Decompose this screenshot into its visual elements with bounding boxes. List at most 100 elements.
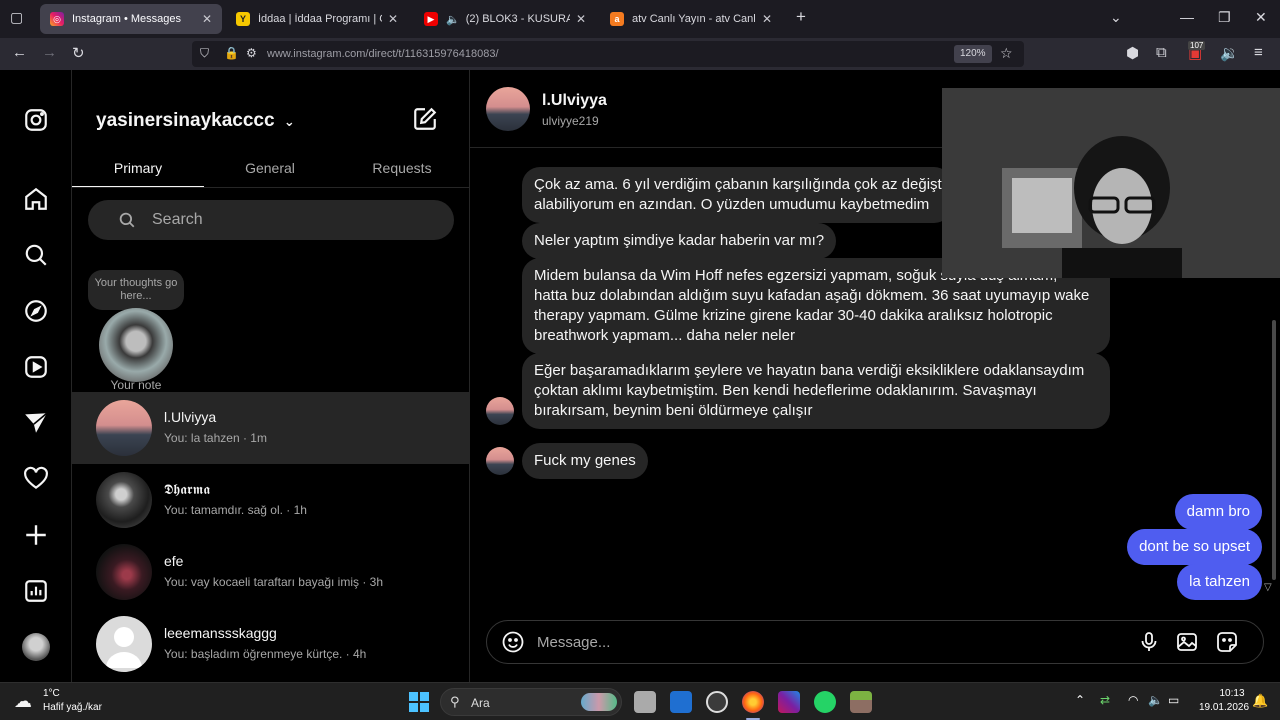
address-bar[interactable]: ⛉ 🔒 ⚙ www.instagram.com/direct/t/1163159… (192, 41, 1024, 67)
close-tab-icon[interactable]: ✕ (388, 12, 398, 26)
taskbar-search-box[interactable]: ⚲ Ara (440, 688, 622, 716)
thread-name: leeemanssskaggg (164, 625, 277, 641)
webcam-overlay (942, 88, 1280, 278)
incoming-message[interactable]: Çok az ama. 6 yıl verdiğim çabanın karşı… (522, 167, 952, 223)
ublock-icon[interactable]: ⬢ (1126, 44, 1139, 62)
note-bubble[interactable]: Your thoughts go here... (88, 270, 184, 310)
weather-description[interactable]: Hafif yağ./kar (43, 702, 102, 713)
obs-icon[interactable] (706, 691, 728, 713)
weather-icon[interactable]: ☁ (14, 691, 32, 712)
chevron-down-icon[interactable]: ⌄ (284, 114, 295, 129)
reels-icon[interactable] (22, 353, 50, 381)
notifications-heart-icon[interactable] (22, 465, 50, 493)
thread-item[interactable]: l.Ulviyya You: la tahzen · 1m (72, 392, 469, 464)
instagram-favicon-icon: ◎ (50, 12, 64, 26)
volume-icon[interactable]: 🔈 (1148, 693, 1163, 707)
chat-avatar[interactable] (486, 87, 530, 131)
close-tab-icon[interactable]: ✕ (762, 12, 772, 26)
windows-start-icon[interactable] (408, 691, 430, 713)
url-text[interactable]: www.instagram.com/direct/t/1163159764180… (267, 48, 499, 60)
microphone-icon[interactable] (1137, 630, 1163, 656)
search-input[interactable]: Search (88, 200, 454, 240)
task-view-icon[interactable] (634, 691, 656, 713)
search-icon[interactable] (22, 241, 50, 269)
thread-item[interactable]: leeemanssskaggg You: başladım öğrenmeye … (72, 608, 469, 680)
thread-item[interactable]: 𝕯𝖍𝖆𝖗𝖒𝖆 You: tamamdır. sağ ol. · 1h (72, 464, 469, 536)
explore-compass-icon[interactable] (22, 297, 50, 325)
search-icon (118, 211, 136, 234)
maximize-icon[interactable]: ❐ (1218, 9, 1231, 26)
whatsapp-icon[interactable] (814, 691, 836, 713)
permissions-icon[interactable]: ⚙ (246, 46, 257, 60)
sender-avatar[interactable] (486, 447, 514, 475)
game-app-icon[interactable] (778, 691, 800, 713)
battery-icon[interactable]: ▭ (1168, 693, 1179, 707)
network-tray-icon[interactable]: ⇄ (1100, 693, 1110, 707)
new-tab-icon[interactable]: + (796, 7, 806, 27)
message-input[interactable]: Message... (486, 620, 1264, 664)
lock-icon[interactable]: 🔒 (224, 46, 239, 60)
tab-general[interactable]: General (204, 160, 336, 176)
tab-requests[interactable]: Requests (336, 160, 468, 176)
outgoing-message[interactable]: dont be so upset (1127, 529, 1262, 565)
thread-item[interactable]: efe You: vay kocaeli taraftarı bayağı im… (72, 536, 469, 608)
close-tab-icon[interactable]: ✕ (576, 12, 586, 26)
chevron-up-icon[interactable]: ⌃ (1075, 693, 1085, 707)
create-plus-icon[interactable] (22, 521, 50, 549)
home-icon[interactable] (22, 185, 50, 213)
menu-icon[interactable]: ≡ (1254, 44, 1263, 61)
windows-taskbar: ☁ 1°C Hafif yağ./kar ⚲ Ara ⌃ ⇄ ◠ 🔈 ▭ 10:… (0, 682, 1280, 720)
tab-atv[interactable]: a atv Canlı Yayın - atv Canlı İzle - ✕ (600, 4, 782, 34)
chat-scrollbar[interactable] (1272, 320, 1276, 580)
notification-bell-icon[interactable]: 🔔 (1252, 693, 1268, 709)
tab-title: atv Canlı Yayın - atv Canlı İzle - (632, 13, 756, 25)
outgoing-message[interactable]: damn bro (1174, 494, 1262, 530)
media-volume-icon[interactable]: 🔉 (1220, 44, 1239, 62)
dashboard-icon[interactable] (22, 577, 50, 605)
image-icon[interactable] (1175, 630, 1201, 656)
reload-icon[interactable]: ↻ (72, 44, 85, 62)
tab-youtube[interactable]: ▶ 🔈 (2) BLOK3 - KUSURA BAKM ✕ (414, 4, 596, 34)
minimize-icon[interactable]: — (1180, 9, 1194, 25)
clock-date[interactable]: 19.01.2026 (1192, 702, 1256, 713)
forward-icon[interactable]: → (42, 44, 57, 61)
tab-primary[interactable]: Primary (72, 160, 204, 176)
chat-contact-name[interactable]: l.Ulviyya (542, 92, 607, 110)
sender-avatar[interactable] (486, 397, 514, 425)
tab-title: Instagram • Messages (72, 13, 182, 25)
close-window-icon[interactable]: ✕ (1255, 9, 1267, 26)
incoming-message[interactable]: Neler yaptım şimdiye kadar haberin var m… (522, 223, 837, 259)
outgoing-message[interactable]: la tahzen (1177, 564, 1262, 600)
chat-contact-handle: ulviyye219 (542, 114, 599, 128)
back-icon[interactable]: ← (12, 44, 27, 61)
speaker-icon[interactable]: 🔈 (446, 13, 460, 26)
wifi-icon[interactable]: ◠ (1128, 693, 1138, 707)
list-tabs-icon[interactable]: ⌄ (1110, 9, 1122, 26)
new-message-compose-icon[interactable] (412, 106, 440, 134)
tab-overview-icon[interactable]: ▢ (10, 9, 23, 26)
weather-temperature[interactable]: 1°C (43, 688, 60, 699)
clock-time[interactable]: 10:13 (1212, 688, 1252, 699)
incoming-message[interactable]: Eğer başaramadıklarım şeylere ve hayatın… (522, 353, 1110, 429)
tab-iddaa[interactable]: Y İddaa | İddaa Programı | Canlı İc ✕ (226, 4, 408, 34)
shield-icon[interactable]: ⛉ (200, 46, 209, 61)
instagram-logo-icon[interactable] (22, 106, 50, 134)
extensions-icon[interactable]: ⧉ (1156, 44, 1167, 61)
sticker-icon[interactable] (1215, 630, 1241, 656)
account-username[interactable]: yasinersinaykacccc ⌄ (96, 110, 295, 132)
addon-badge: 107 (1188, 41, 1206, 50)
tab-instagram[interactable]: ◎ Instagram • Messages ✕ (40, 4, 222, 34)
firefox-icon[interactable] (742, 691, 764, 713)
bookmark-star-icon[interactable]: ☆ (1000, 45, 1013, 62)
username-text[interactable]: yasinersinaykacccc (96, 110, 275, 131)
zoom-level[interactable]: 120% (954, 45, 992, 63)
emoji-icon[interactable] (501, 630, 527, 656)
close-tab-icon[interactable]: ✕ (202, 12, 212, 26)
minecraft-icon[interactable] (850, 691, 872, 713)
profile-avatar[interactable] (22, 633, 50, 661)
tab-title: (2) BLOK3 - KUSURA BAKM (465, 13, 570, 25)
incoming-message[interactable]: Fuck my genes (522, 443, 648, 479)
outlook-icon[interactable] (670, 691, 692, 713)
messages-icon[interactable] (22, 409, 50, 437)
your-note-avatar[interactable] (99, 308, 173, 382)
